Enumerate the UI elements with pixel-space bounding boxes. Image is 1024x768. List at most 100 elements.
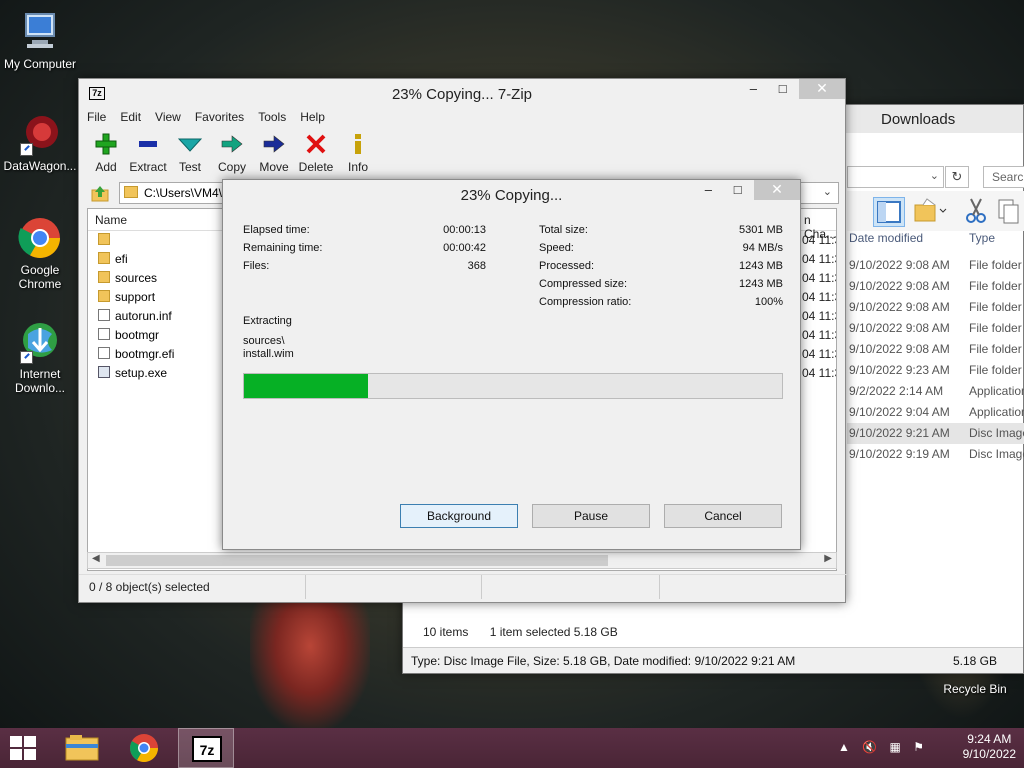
status-divider (481, 575, 482, 599)
check-icon (169, 133, 211, 155)
remaining-value: 00:00:42 (443, 242, 486, 254)
globe-download-icon (18, 320, 62, 364)
desktop-icon-label: My Computer (3, 57, 77, 71)
scrollbar-thumb[interactable] (106, 555, 608, 566)
progress-bar (243, 373, 783, 399)
files-value: 368 (467, 260, 486, 272)
elapsed-value: 00:00:13 (443, 224, 486, 236)
explorer-title: Downloads (881, 111, 956, 128)
minus-icon (127, 133, 169, 155)
toolbar-label: Add (95, 160, 117, 174)
shortcut-arrow-icon (20, 351, 33, 364)
x-icon (295, 133, 337, 155)
desktop-icon-label: Recycle Bin (943, 682, 1007, 696)
close-button[interactable]: ✕ (799, 79, 845, 99)
desktop-icon-my-computer[interactable]: My Computer (0, 10, 80, 71)
table-row[interactable]: 9/10/2022 9:08 AM File folder (847, 339, 1024, 360)
copy-path-button[interactable] (993, 197, 1024, 227)
file-modified: 04 11:3 (802, 233, 836, 247)
desktop-icon-datawagon[interactable]: DataWagon... (0, 112, 80, 173)
folder-up-button[interactable] (91, 184, 109, 202)
background-button[interactable]: Background (400, 504, 518, 528)
explorer-file-list: 9/10/2022 9:08 AM File folder 9/10/2022 9:… (847, 255, 1024, 465)
cancel-button[interactable]: Cancel (664, 504, 782, 528)
speaker-muted-icon[interactable]: 🔇 (862, 740, 877, 754)
row-type: File folder (969, 300, 1022, 314)
toolbar-label: Move (259, 160, 289, 174)
taskbar-chrome[interactable] (116, 728, 172, 768)
cut-button[interactable] (961, 197, 993, 227)
file-modified: 04 11:3 (802, 328, 836, 342)
table-row[interactable]: 9/2/2022 2:14 AM Application (847, 381, 1024, 402)
table-row[interactable]: 9/10/2022 9:19 AM Disc Image (847, 444, 1024, 465)
info-button[interactable]: Info (337, 133, 379, 174)
column-name[interactable]: Name (95, 213, 127, 227)
file-modified: 04 11:3 (802, 290, 836, 304)
progress-body: Elapsed time: 00:00:13 Remaining time: 0… (231, 209, 793, 544)
chevron-up-icon[interactable]: ▲ (838, 740, 850, 754)
toolbar-label: Copy (217, 160, 246, 174)
start-button[interactable] (10, 736, 36, 760)
menu-item-file[interactable]: File (87, 110, 106, 124)
address-dropdown[interactable]: ⌄ (847, 166, 944, 188)
table-row[interactable]: 9/10/2022 9:21 AM Disc Image (847, 423, 1024, 444)
delete-button[interactable]: Delete (295, 133, 337, 174)
progress-dialog[interactable]: 23% Copying... – □ ✕ Elapsed time: 00:00… (222, 179, 801, 550)
extract-button[interactable]: Extract (127, 133, 169, 174)
pause-button[interactable]: Pause (532, 504, 650, 528)
scroll-right-icon[interactable]: ▶ (824, 553, 832, 564)
progress-titlebar[interactable]: 23% Copying... – □ ✕ (223, 180, 800, 208)
menu-item-tools[interactable]: Tools (258, 110, 286, 124)
operation-label: Extracting (243, 315, 292, 327)
copy-button[interactable]: Copy (211, 133, 253, 174)
desktop-icon-internet-download[interactable]: Internet Downlo... (0, 320, 80, 395)
file-name: bootmgr (115, 328, 160, 342)
scroll-left-icon[interactable]: ◀ (92, 553, 100, 564)
toolbar-label: Delete (298, 160, 334, 174)
maximize-button[interactable]: □ (770, 80, 796, 100)
refresh-button[interactable]: ↻ (945, 166, 969, 188)
table-row[interactable]: 9/10/2022 9:08 AM File folder (847, 255, 1024, 276)
folder-check-button[interactable] (913, 197, 947, 227)
menu-item-view[interactable]: View (155, 110, 181, 124)
menu-item-favorites[interactable]: Favorites (195, 110, 244, 124)
sevenzip-title: 23% Copying... 7-Zip (391, 86, 533, 103)
row-type: File folder (969, 342, 1022, 356)
application-icon (98, 366, 110, 378)
sevenzip-icon: 7z (192, 736, 222, 762)
sevenzip-titlebar[interactable]: 7z 23% Copying... 7-Zip – □ ✕ (79, 79, 845, 107)
table-row[interactable]: 9/10/2022 9:08 AM File folder (847, 297, 1024, 318)
column-date-modified[interactable]: Date modified (849, 231, 923, 245)
taskbar-7zip[interactable]: 7z (178, 728, 234, 768)
explorer-toolbar (847, 191, 1024, 231)
table-row[interactable]: 9/10/2022 9:08 AM File folder (847, 318, 1024, 339)
view-pane-button[interactable] (873, 197, 905, 227)
column-type[interactable]: Type (969, 231, 995, 245)
menu-item-help[interactable]: Help (300, 110, 325, 124)
minimize-button[interactable]: – (695, 181, 721, 201)
network-icon[interactable]: ▦ (890, 740, 901, 754)
row-date: 9/10/2022 9:08 AM (849, 279, 950, 293)
add-button[interactable]: Add (85, 133, 127, 174)
desktop-icon-google-chrome[interactable]: Google Chrome (0, 216, 80, 291)
clock[interactable]: 9:24 AM 9/10/2022 (963, 732, 1016, 762)
menu-item-edit[interactable]: Edit (120, 110, 141, 124)
taskbar-file-explorer[interactable] (54, 728, 110, 768)
arrow-right-icon (211, 133, 253, 155)
horizontal-scrollbar[interactable]: ◀ ▶ (87, 552, 837, 569)
close-button[interactable]: ✕ (754, 180, 800, 200)
table-row[interactable]: 9/10/2022 9:23 AM File folder (847, 360, 1024, 381)
row-date: 9/10/2022 9:08 AM (849, 342, 950, 356)
sevenzip-icon-text: 7z (200, 742, 215, 758)
row-type: Disc Image (969, 447, 1024, 461)
maximize-button[interactable]: □ (725, 181, 751, 201)
table-row[interactable]: 9/10/2022 9:08 AM File folder (847, 276, 1024, 297)
details-size: 5.18 GB (952, 654, 997, 668)
explorer-search-input[interactable]: Search (983, 166, 1024, 188)
table-row[interactable]: 9/10/2022 9:04 AM Application (847, 402, 1024, 423)
minimize-button[interactable]: – (740, 80, 766, 100)
move-button[interactable]: Move (253, 133, 295, 174)
desktop-icon-recycle-bin[interactable]: Recycle Bin (935, 682, 1015, 696)
test-button[interactable]: Test (169, 133, 211, 174)
action-center-icon[interactable]: ⚑ (913, 740, 924, 754)
